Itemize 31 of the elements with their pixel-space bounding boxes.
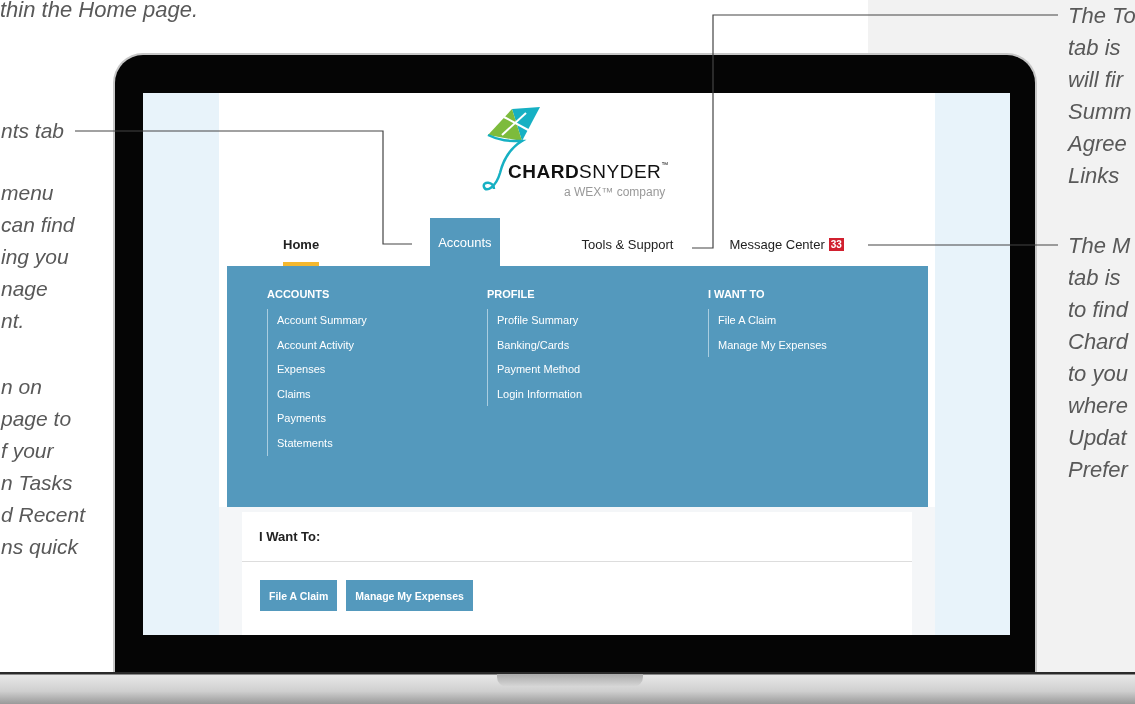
menu-link[interactable]: Payments	[277, 411, 487, 427]
menu-heading: I WANT TO	[708, 288, 766, 300]
menu-link[interactable]: Expenses	[277, 362, 487, 378]
menu-link[interactable]: Statements	[277, 435, 487, 452]
menu-link[interactable]: Account Summary	[277, 313, 487, 329]
menu-link[interactable]: Login Information	[497, 386, 708, 403]
brand-wordmark: CHARDSNYDER$^{™}$	[508, 161, 669, 183]
menu-link[interactable]: Account Activity	[277, 337, 487, 354]
annotation-text: menu can find ing you nage nt.	[1, 180, 75, 334]
nav-tab[interactable]: Message Center 33	[729, 226, 844, 266]
menu-link[interactable]: Claims	[277, 386, 487, 403]
tab-label: Message Center	[729, 236, 825, 252]
annotation-text: nts tab	[1, 118, 65, 144]
menu-link[interactable]: Manage My Expenses	[718, 337, 928, 354]
menu-link[interactable]: File A Claim	[718, 313, 928, 329]
menu-link[interactable]: Banking/Cards	[497, 337, 708, 354]
action-button[interactable]: Manage My Expenses	[346, 580, 473, 611]
annotation-text: n on page to f your n Tasks d Recent ns quick	[1, 374, 86, 560]
count-badge: 33	[828, 237, 844, 251]
brand-tagline: a WEX™ company	[564, 185, 666, 199]
nav-tab[interactable]: Tools & Support	[581, 226, 674, 266]
annotation-text: The To tab is will fir Summ Agree Links	[1068, 2, 1135, 190]
menu-link[interactable]: Profile Summary	[497, 313, 708, 329]
menu-heading: ACCOUNTS	[267, 288, 331, 300]
nav-tab[interactable]: Accounts	[430, 218, 500, 266]
card-title: I Want To:	[242, 512, 912, 562]
annotation-text: The M tab is to find Chard to you where Updat Prefer	[1068, 232, 1132, 484]
action-button[interactable]: File A Claim	[260, 580, 338, 611]
annotation-text: thin the Home page.	[0, 0, 200, 24]
menu-heading: PROFILE	[487, 288, 536, 300]
menu-link[interactable]: Payment Method	[497, 362, 708, 378]
